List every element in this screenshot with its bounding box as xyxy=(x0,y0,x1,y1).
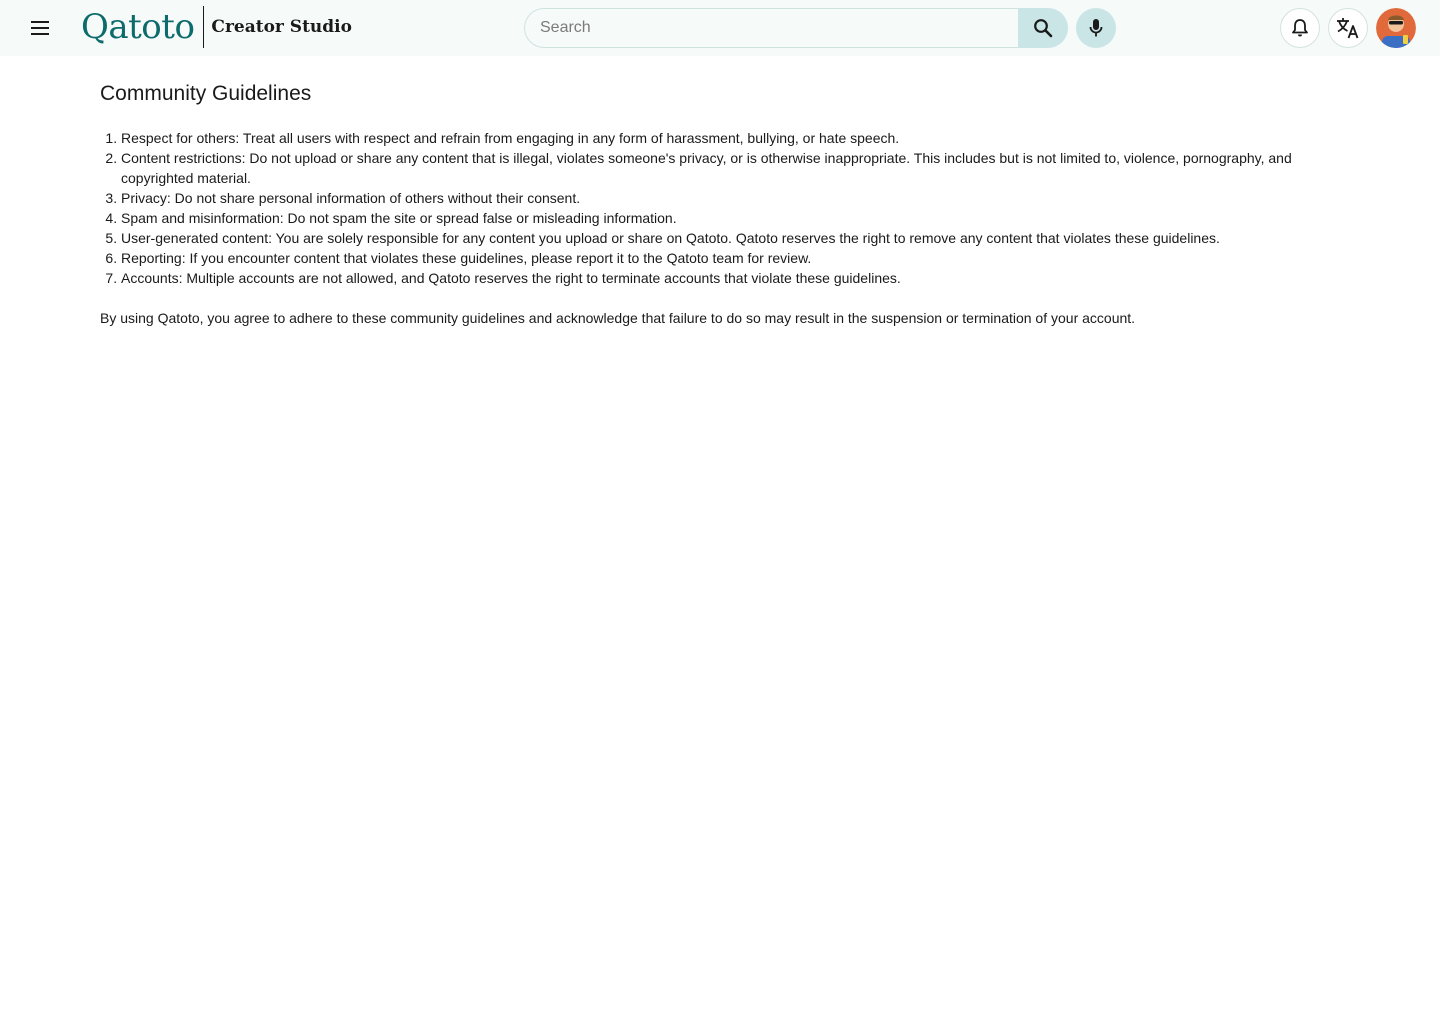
bell-icon xyxy=(1292,19,1308,37)
search-icon xyxy=(1034,19,1053,38)
guideline-item: Accounts: Multiple accounts are not allo… xyxy=(121,268,1350,288)
translate-icon xyxy=(1337,18,1359,39)
guideline-item: Privacy: Do not share personal informati… xyxy=(121,188,1350,208)
menu-icon xyxy=(31,21,49,35)
language-button[interactable] xyxy=(1328,8,1368,48)
page-title: Community Guidelines xyxy=(100,82,312,105)
guidelines-list: Respect for others: Treat all users with… xyxy=(100,128,1350,288)
brand-subtitle: Creator Studio xyxy=(211,17,352,37)
guideline-item: Reporting: If you encounter content that… xyxy=(121,248,1350,268)
menu-button[interactable] xyxy=(20,8,60,48)
mic-icon xyxy=(1089,19,1103,37)
main-content: Community Guidelines Respect for others:… xyxy=(100,80,1350,328)
avatar-image xyxy=(1376,8,1416,48)
top-bar: Qatoto Creator Studio xyxy=(0,0,1440,56)
search-button[interactable] xyxy=(1018,8,1068,48)
guideline-item: Content restrictions: Do not upload or s… xyxy=(121,148,1350,188)
avatar[interactable] xyxy=(1376,8,1416,48)
brand-link[interactable]: Qatoto Creator Studio xyxy=(81,6,352,48)
guideline-item: Spam and misinformation: Do not spam the… xyxy=(121,208,1350,228)
brand-logo: Qatoto xyxy=(81,6,205,48)
closing-statement: By using Qatoto, you agree to adhere to … xyxy=(100,310,1136,326)
guideline-item: Respect for others: Treat all users with… xyxy=(121,128,1350,148)
voice-search-button[interactable] xyxy=(1076,8,1116,48)
guideline-item: User-generated content: You are solely r… xyxy=(121,228,1350,248)
search-bar xyxy=(524,8,1068,48)
search-input[interactable] xyxy=(524,8,1018,48)
notifications-button[interactable] xyxy=(1280,8,1320,48)
